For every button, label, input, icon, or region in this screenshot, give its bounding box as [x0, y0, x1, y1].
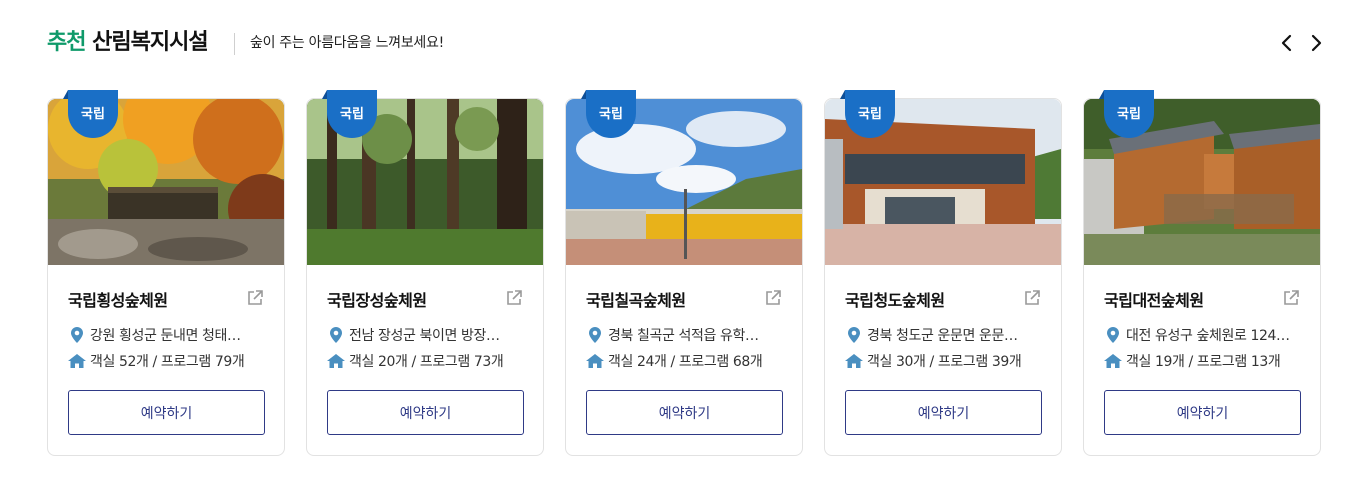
reserve-button[interactable]: 예약하기 — [586, 390, 783, 435]
prev-button[interactable] — [1274, 30, 1300, 56]
title-main: 산림복지시설 — [92, 30, 208, 55]
facility-address: 경북 칠곡군 석적읍 유학… — [586, 325, 786, 345]
reserve-button[interactable]: 예약하기 — [1104, 390, 1301, 435]
home-icon — [586, 353, 604, 369]
capacity-text: 객실 19개 / 프로그램 13개 — [1126, 354, 1281, 370]
capacity-text: 객실 20개 / 프로그램 73개 — [349, 354, 504, 370]
facility-capacity: 객실 20개 / 프로그램 73개 — [327, 351, 527, 371]
external-link-icon[interactable] — [764, 289, 782, 307]
external-link-icon[interactable] — [1023, 289, 1041, 307]
capacity-text: 객실 52개 / 프로그램 79개 — [90, 354, 245, 370]
title-accent: 추천 — [47, 30, 86, 55]
section-title: 추천 산림복지시설 — [47, 28, 209, 58]
home-icon — [845, 353, 863, 369]
facility-name: 국립칠곡숲체원 — [586, 291, 686, 310]
external-link-icon[interactable] — [1282, 289, 1300, 307]
facility-name: 국립장성숲체원 — [327, 291, 427, 310]
facility-address: 대전 유성구 숲체원로 124… — [1104, 325, 1304, 345]
location-pin-icon — [1104, 327, 1122, 343]
address-text: 대전 유성구 숲체원로 124… — [1126, 328, 1290, 344]
reserve-button[interactable]: 예약하기 — [327, 390, 524, 435]
facility-capacity: 객실 24개 / 프로그램 68개 — [586, 351, 786, 371]
facility-name: 국립대전숲체원 — [1104, 291, 1204, 310]
address-text: 전남 장성군 북이면 방장… — [349, 328, 500, 344]
section-header: 추천 산림복지시설 숲이 주는 아름다움을 느껴보세요! — [47, 28, 1327, 60]
national-badge: 국립 — [1104, 90, 1154, 138]
address-text: 경북 칠곡군 석적읍 유학… — [608, 328, 759, 344]
capacity-text: 객실 24개 / 프로그램 68개 — [608, 354, 763, 370]
location-pin-icon — [327, 327, 345, 343]
facility-card[interactable]: 국립 국립칠곡숲체원 경북 칠곡군 석적읍 유학… 객실 24개 / 프로그램 … — [565, 90, 803, 456]
capacity-text: 객실 30개 / 프로그램 39개 — [867, 354, 1022, 370]
reserve-button[interactable]: 예약하기 — [68, 390, 265, 435]
external-link-icon[interactable] — [505, 289, 523, 307]
facility-capacity: 객실 52개 / 프로그램 79개 — [68, 351, 268, 371]
facility-card-list: 국립 국립횡성숲체원 강원 횡성군 둔내면 청태… 객실 52개 / 프로그램 … — [47, 90, 1321, 456]
facility-capacity: 객실 19개 / 프로그램 13개 — [1104, 351, 1304, 371]
national-badge: 국립 — [845, 90, 895, 138]
chevron-left-icon — [1281, 34, 1292, 52]
facility-card[interactable]: 국립 국립청도숲체원 경북 청도군 운문면 운문… 객실 30개 / 프로그램 … — [824, 90, 1062, 456]
facility-name: 국립청도숲체원 — [845, 291, 945, 310]
national-badge: 국립 — [327, 90, 377, 138]
facility-address: 강원 횡성군 둔내면 청태… — [68, 325, 268, 345]
reserve-button[interactable]: 예약하기 — [845, 390, 1042, 435]
home-icon — [1104, 353, 1122, 369]
next-button[interactable] — [1303, 30, 1329, 56]
national-badge: 국립 — [68, 90, 118, 138]
facility-address: 경북 청도군 운문면 운문… — [845, 325, 1045, 345]
section-subtitle: 숲이 주는 아름다움을 느껴보세요! — [250, 35, 444, 51]
address-text: 경북 청도군 운문면 운문… — [867, 328, 1018, 344]
facility-capacity: 객실 30개 / 프로그램 39개 — [845, 351, 1045, 371]
home-icon — [68, 353, 86, 369]
location-pin-icon — [68, 327, 86, 343]
facility-card[interactable]: 국립 국립대전숲체원 대전 유성구 숲체원로 124… 객실 19개 / 프로그… — [1083, 90, 1321, 456]
location-pin-icon — [586, 327, 604, 343]
facility-card[interactable]: 국립 국립횡성숲체원 강원 횡성군 둔내면 청태… 객실 52개 / 프로그램 … — [47, 90, 285, 456]
facility-address: 전남 장성군 북이면 방장… — [327, 325, 527, 345]
external-link-icon[interactable] — [246, 289, 264, 307]
national-badge: 국립 — [586, 90, 636, 138]
facility-card[interactable]: 국립 국립장성숲체원 전남 장성군 북이면 방장… 객실 20개 / 프로그램 … — [306, 90, 544, 456]
title-divider — [234, 33, 235, 55]
location-pin-icon — [845, 327, 863, 343]
chevron-right-icon — [1311, 34, 1322, 52]
address-text: 강원 횡성군 둔내면 청태… — [90, 328, 241, 344]
facility-name: 국립횡성숲체원 — [68, 291, 168, 310]
home-icon — [327, 353, 345, 369]
